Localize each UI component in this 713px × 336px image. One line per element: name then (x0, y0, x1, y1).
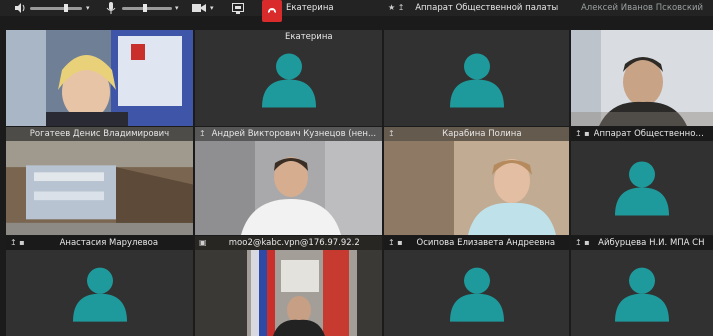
participant-name: Екатерина (286, 3, 334, 13)
participant-video (6, 141, 193, 223)
video-tile-10[interactable]: ↥ ▪ Осипова Елизавета Андреевна (384, 236, 569, 336)
speaker-volume-knob[interactable] (64, 4, 68, 12)
video-tile-speaker[interactable] (6, 30, 193, 126)
video-tile-4[interactable]: Рогатеев Денис Владимирович (6, 127, 193, 235)
video-tile-3[interactable] (571, 30, 713, 126)
hangup-icon (268, 8, 276, 13)
avatar-icon (449, 53, 504, 108)
participant-name: moo2@kabc.vpn@176.97.92.2 (228, 238, 360, 248)
mic-volume-knob[interactable] (143, 4, 147, 12)
participant-name: Осипова Елизавета Андреевна (416, 238, 556, 248)
avatar-icon (72, 267, 127, 322)
pin-icon: ↥ ▪ (388, 238, 403, 247)
video-tile-8[interactable]: ↥ ▪ Анастасия Марулевоа (6, 236, 193, 336)
participant-video (384, 141, 569, 235)
participant-label: Екатерина (195, 30, 382, 44)
chevron-down-icon[interactable]: ▾ (175, 2, 179, 14)
participant-name: Алексей Иванов Псковский (580, 3, 704, 13)
participant-video (571, 30, 713, 126)
participant-label: Алексей Иванов Псковский (571, 1, 713, 15)
participant-video (195, 250, 382, 336)
participant-label: ▣ moo2@kabc.vpn@176.97.92.2 (195, 236, 382, 250)
video-grid: Екатерина Рогатеев Денис Владимирович ↥ … (0, 0, 713, 336)
participant-label: Екатерина (286, 1, 382, 15)
video-tile-9[interactable]: ▣ moo2@kabc.vpn@176.97.92.2 (195, 236, 382, 336)
participant-name: Карабина Полина (442, 129, 522, 139)
speaker-icon[interactable] (14, 2, 26, 14)
video-tile-5[interactable]: ↥ Андрей Викторович Кузнецов (нен... (195, 127, 382, 235)
camera-icon[interactable] (192, 2, 206, 14)
video-tile-6[interactable]: ↥ Карабина Полина (384, 127, 569, 235)
participant-name: Айбурцева Н.И. МПА СН (598, 238, 705, 248)
video-tile-7[interactable]: ↥ ▪ Аппарат Общественной п (571, 127, 713, 235)
participant-video (195, 141, 382, 235)
participant-name: Андрей Викторович Кузнецов (нен... (211, 129, 377, 139)
pin-icon: ★ ↥ (388, 3, 405, 12)
participant-label: ★ ↥ Аппарат Общественной палаты (384, 1, 569, 15)
participant-name: Анастасия Марулевоа (59, 238, 159, 248)
microphone-icon[interactable] (106, 2, 116, 14)
participant-label: Рогатеев Денис Владимирович (6, 127, 193, 141)
avatar-icon (615, 161, 669, 216)
pin-icon: ↥ ▪ (575, 238, 590, 247)
participant-name: Аппарат Общественной палаты (415, 3, 559, 13)
pin-icon: ↥ ▪ (575, 129, 590, 138)
chevron-down-icon[interactable]: ▾ (210, 2, 214, 14)
participant-name: Аппарат Общественной п (593, 129, 709, 139)
screen-share-icon[interactable] (232, 2, 244, 14)
participant-label: ↥ Карабина Полина (384, 127, 569, 141)
chevron-down-icon[interactable]: ▾ (86, 2, 90, 14)
participant-label: ↥ Андрей Викторович Кузнецов (нен... (195, 127, 382, 141)
participant-label: ↥ ▪ Осипова Елизавета Андреевна (384, 236, 569, 250)
participant-label: ↥ ▪ Аппарат Общественной п (571, 127, 713, 141)
participant-label: ↥ ▪ Анастасия Марулевоа (6, 236, 193, 250)
pin-icon: ↥ (388, 129, 395, 138)
participant-name: Екатерина (285, 32, 333, 42)
mic-volume-slider[interactable] (122, 4, 172, 12)
avatar-icon (261, 53, 316, 108)
speaker-volume-slider[interactable] (30, 4, 82, 12)
avatar-icon (615, 267, 669, 322)
video-tile-11[interactable]: ↥ ▪ Айбурцева Н.И. МПА СН (571, 236, 713, 336)
video-tile-2[interactable] (384, 30, 569, 126)
participant-label: ↥ ▪ Айбурцева Н.И. МПА СН (571, 236, 713, 250)
video-tile-1[interactable]: Екатерина (195, 30, 382, 126)
pin-icon: ↥ (199, 129, 206, 138)
pin-icon: ↥ ▪ (10, 238, 25, 247)
screen-icon: ▣ (199, 238, 207, 247)
hangup-button[interactable] (262, 0, 282, 22)
participant-name: Рогатеев Денис Владимирович (29, 129, 170, 139)
participant-video (6, 30, 193, 126)
call-toolbar: ▾ ▾ ▾ Екатерина ★ ↥ Аппарат Общественной… (0, 0, 713, 22)
avatar-icon (449, 267, 504, 322)
